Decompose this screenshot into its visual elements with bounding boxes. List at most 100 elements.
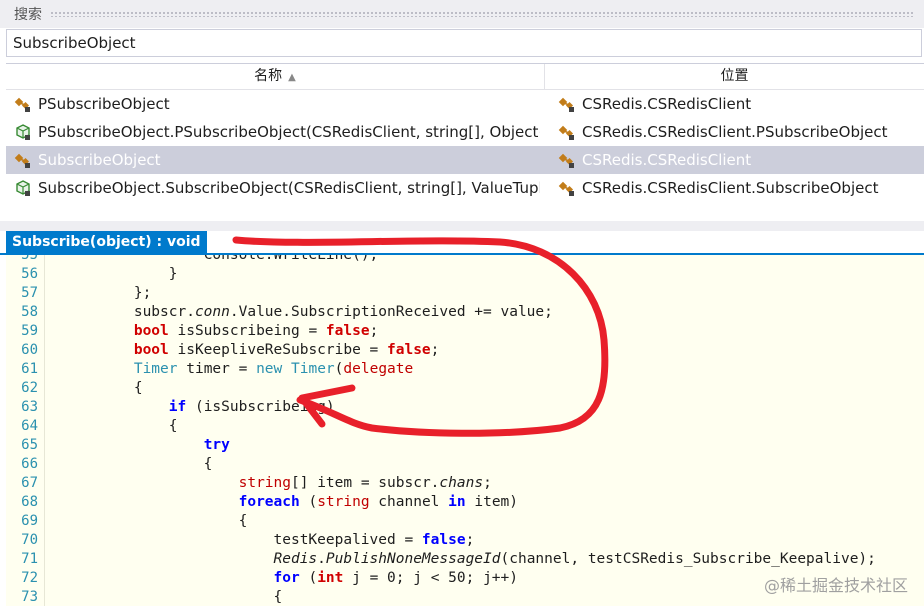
line-number: 67 (21, 475, 38, 491)
result-name: PSubscribeObject (38, 95, 170, 113)
code-line: { (64, 417, 178, 436)
code-token: item) (465, 494, 519, 510)
line-number: 65 (21, 437, 38, 453)
code-line: Redis.PublishNoneMessageId(channel, test… (64, 550, 876, 569)
code-line: try (64, 436, 230, 455)
splitter[interactable] (0, 221, 924, 231)
code-token: int (317, 570, 344, 586)
result-location-cell: CSRedis.CSRedisClient.SubscribeObject (558, 174, 918, 202)
class-icon (558, 151, 582, 169)
result-name-cell: PSubscribeObject (14, 90, 540, 118)
result-location-cell: CSRedis.CSRedisClient.PSubscribeObject (558, 118, 918, 146)
code-token: ; (465, 532, 475, 548)
result-row[interactable]: PSubscribeObject.PSubscribeObject(CSRedi… (6, 118, 924, 146)
result-row[interactable]: SubscribeObject CSRedis.CSRedisClient (6, 146, 924, 174)
line-number: 70 (21, 532, 38, 548)
result-name-cell: SubscribeObject.SubscribeObject(CSRedisC… (14, 174, 540, 202)
code-token: conn (194, 304, 230, 320)
line-number: 57 (21, 285, 38, 301)
code-line: if (isSubscribeing) (64, 398, 335, 417)
code-token: (channel, testCSRedis_Subscribe_Keepaliv… (500, 551, 876, 567)
line-number: 58 (21, 304, 38, 320)
result-name-cell: SubscribeObject (14, 146, 540, 174)
code-token: Timer (133, 361, 178, 377)
code-line: { (64, 455, 213, 474)
result-name-cell: PSubscribeObject.PSubscribeObject(CSRedi… (14, 118, 540, 146)
class-icon (558, 179, 582, 197)
code-token: testKeepalived = (64, 532, 422, 548)
code-line: testKeepalived = false; (64, 531, 475, 550)
line-number: 55 (21, 255, 38, 263)
line-number: 64 (21, 418, 38, 434)
line-number: 62 (21, 380, 38, 396)
code-token: channel (369, 494, 449, 510)
code-token: }; (64, 285, 152, 301)
line-number: 69 (21, 513, 38, 529)
line-number: 66 (21, 456, 38, 472)
result-name: SubscribeObject.SubscribeObject(CSRedisC… (38, 179, 540, 197)
code-token: string (238, 475, 291, 491)
code-token: string (317, 494, 370, 510)
code-token: [] item = subscr. (291, 475, 440, 491)
code-token: Redis (273, 551, 318, 567)
code-editor[interactable]: 55 56 57 58 59 60 61 62 63 64 65 66 67 68 69 70 71 72 73 C… (6, 255, 924, 606)
code-line: bool isSubscribeing = false; (64, 322, 378, 341)
class-icon (558, 123, 582, 141)
code-token: subscr. (64, 304, 195, 320)
search-input[interactable] (6, 29, 922, 57)
code-token: foreach (238, 494, 300, 510)
code-line: }; (64, 284, 151, 303)
class-icon (558, 95, 582, 113)
code-token: in (448, 494, 466, 510)
column-header-location-label: 位置 (720, 68, 749, 84)
line-number: 73 (21, 589, 38, 605)
line-number: 72 (21, 570, 38, 586)
code-token: try (203, 437, 230, 453)
code-token: delegate (343, 361, 414, 377)
result-location: CSRedis.CSRedisClient (582, 95, 752, 113)
code-token: { (64, 418, 178, 434)
search-label: 搜索 (14, 7, 42, 23)
code-line: foreach (string channel in item) (64, 493, 518, 512)
code-token: ( (299, 494, 318, 510)
signature-bar: Subscribe(object) : void (0, 231, 924, 255)
line-number: 63 (21, 399, 38, 415)
result-name: SubscribeObject (38, 151, 161, 169)
column-header-location[interactable]: 位置 (545, 64, 924, 90)
code-token: for (273, 570, 300, 586)
code-token: isSubscribeing = (168, 323, 326, 339)
code-token: } (64, 266, 178, 282)
code-line: string[] item = subscr.chans; (64, 474, 492, 493)
result-row[interactable]: SubscribeObject.SubscribeObject(CSRedisC… (6, 174, 924, 202)
method-icon (14, 123, 38, 141)
code-token: bool (133, 323, 169, 339)
column-header-name[interactable]: 名称 ▲ (6, 64, 545, 90)
line-number: 59 (21, 323, 38, 339)
signature-tab[interactable]: Subscribe(object) : void (6, 231, 207, 253)
code-token: { (64, 380, 143, 396)
class-icon (14, 151, 38, 169)
search-results-list: 名称 ▲ 位置 PSubscribeObject CSRedis.CSRedisCl… (6, 63, 924, 222)
code-token: (isSubscribeing) (186, 399, 335, 415)
code-token: if (168, 399, 187, 415)
result-name: PSubscribeObject.PSubscribeObject(CSRedi… (38, 123, 540, 141)
code-line: } (64, 265, 178, 284)
code-token: PublishNoneMessageId (325, 551, 501, 567)
search-panel-header: 搜索 (0, 0, 924, 28)
column-header-name-label: 名称 (254, 68, 283, 84)
method-icon (14, 179, 38, 197)
code-line: { (64, 379, 143, 398)
result-row[interactable]: PSubscribeObject CSRedis.CSRedisClient (6, 90, 924, 118)
code-token: ; (483, 475, 492, 491)
class-icon (14, 95, 38, 113)
code-token: ( (299, 570, 318, 586)
